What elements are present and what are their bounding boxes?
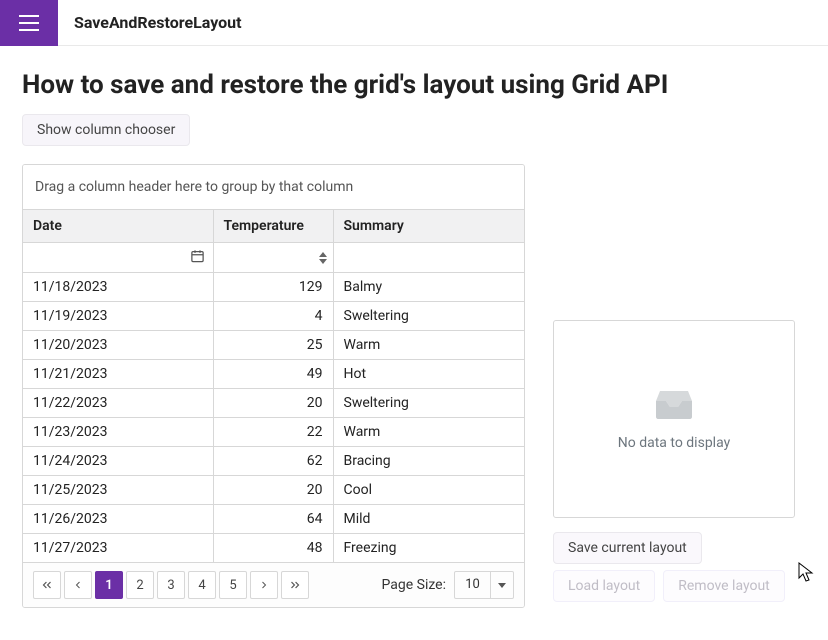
show-column-chooser-button[interactable]: Show column chooser xyxy=(22,114,190,146)
hamburger-icon xyxy=(18,14,40,32)
cell-temperature: 4 xyxy=(213,302,333,331)
cell-date: 11/21/2023 xyxy=(23,360,213,389)
pager-page-button[interactable]: 5 xyxy=(219,571,247,599)
table-row[interactable]: 11/21/202349Hot xyxy=(23,360,524,389)
cell-date: 11/18/2023 xyxy=(23,273,213,302)
filter-cell-date[interactable] xyxy=(23,243,213,273)
filter-row xyxy=(23,243,524,273)
pager-page-button[interactable]: 2 xyxy=(126,571,154,599)
spin-buttons[interactable] xyxy=(319,252,327,264)
column-header-temperature[interactable]: Temperature xyxy=(213,210,333,243)
cell-date: 11/20/2023 xyxy=(23,331,213,360)
cell-temperature: 20 xyxy=(213,389,333,418)
table-row[interactable]: 11/25/202320Cool xyxy=(23,476,524,505)
chevron-up-icon[interactable] xyxy=(319,252,327,257)
cell-summary: Freezing xyxy=(333,534,524,563)
pager: 12345 Page Size: 10 xyxy=(23,563,524,607)
no-data-text: No data to display xyxy=(618,435,730,451)
page-size-value: 10 xyxy=(455,572,491,598)
cell-date: 11/19/2023 xyxy=(23,302,213,331)
pager-next-button[interactable] xyxy=(250,571,278,599)
content-columns: Drag a column header here to group by th… xyxy=(22,164,806,608)
chevron-double-left-icon xyxy=(40,578,54,592)
pager-last-button[interactable] xyxy=(281,571,309,599)
cell-temperature: 62 xyxy=(213,447,333,476)
save-layout-button[interactable]: Save current layout xyxy=(553,532,702,564)
pager-page-button[interactable]: 3 xyxy=(157,571,185,599)
caret-down-icon xyxy=(497,580,507,590)
table-row[interactable]: 11/23/202322Warm xyxy=(23,418,524,447)
table-row[interactable]: 11/27/202348Freezing xyxy=(23,534,524,563)
topbar: SaveAndRestoreLayout xyxy=(0,0,828,46)
page-title: How to save and restore the grid's layou… xyxy=(22,70,806,100)
inbox-icon xyxy=(652,387,696,421)
cell-summary: Bracing xyxy=(333,447,524,476)
pager-page-button[interactable]: 1 xyxy=(95,571,123,599)
chevron-double-right-icon xyxy=(288,578,302,592)
table-row[interactable]: 11/24/202362Bracing xyxy=(23,447,524,476)
table-row[interactable]: 11/20/202325Warm xyxy=(23,331,524,360)
cell-summary: Sweltering xyxy=(333,302,524,331)
pager-first-button[interactable] xyxy=(33,571,61,599)
cell-date: 11/24/2023 xyxy=(23,447,213,476)
table-row[interactable]: 11/26/202364Mild xyxy=(23,505,524,534)
cell-temperature: 20 xyxy=(213,476,333,505)
grid-body: 11/18/2023129Balmy11/19/20234Sweltering1… xyxy=(23,273,524,563)
data-grid: Drag a column header here to group by th… xyxy=(22,164,525,608)
column-header-date[interactable]: Date xyxy=(23,210,213,243)
app-title: SaveAndRestoreLayout xyxy=(58,13,242,32)
cell-temperature: 49 xyxy=(213,360,333,389)
layout-panel: No data to display Save current layout L… xyxy=(553,320,795,608)
cell-date: 11/23/2023 xyxy=(23,418,213,447)
cell-summary: Balmy xyxy=(333,273,524,302)
page-size-dropdown-button[interactable] xyxy=(491,580,513,590)
cell-summary: Warm xyxy=(333,331,524,360)
load-layout-button[interactable]: Load layout xyxy=(553,570,655,602)
column-header-summary[interactable]: Summary xyxy=(333,210,524,243)
chevron-right-icon xyxy=(258,579,270,591)
chevron-left-icon xyxy=(72,579,84,591)
cell-date: 11/25/2023 xyxy=(23,476,213,505)
saved-layouts-list: No data to display xyxy=(553,320,795,518)
cell-date: 11/26/2023 xyxy=(23,505,213,534)
app-shell: SaveAndRestoreLayout How to save and res… xyxy=(0,0,828,640)
table-row[interactable]: 11/19/20234Sweltering xyxy=(23,302,524,331)
remove-layout-button[interactable]: Remove layout xyxy=(663,570,785,602)
cell-temperature: 25 xyxy=(213,331,333,360)
header-row: Date Temperature Summary xyxy=(23,210,524,243)
cell-summary: Hot xyxy=(333,360,524,389)
cell-temperature: 48 xyxy=(213,534,333,563)
pager-prev-button[interactable] xyxy=(64,571,92,599)
filter-cell-summary[interactable] xyxy=(333,243,524,273)
cell-summary: Sweltering xyxy=(333,389,524,418)
main-content: How to save and restore the grid's layou… xyxy=(0,46,828,628)
cell-temperature: 129 xyxy=(213,273,333,302)
cell-temperature: 22 xyxy=(213,418,333,447)
cell-summary: Cool xyxy=(333,476,524,505)
table-row[interactable]: 11/22/202320Sweltering xyxy=(23,389,524,418)
chevron-down-icon[interactable] xyxy=(319,259,327,264)
pager-page-button[interactable]: 4 xyxy=(188,571,216,599)
cell-temperature: 64 xyxy=(213,505,333,534)
page-size-select[interactable]: 10 xyxy=(454,571,514,599)
filter-cell-temperature[interactable] xyxy=(213,243,333,273)
page-size-label: Page Size: xyxy=(382,577,447,593)
cell-date: 11/27/2023 xyxy=(23,534,213,563)
group-panel[interactable]: Drag a column header here to group by th… xyxy=(23,165,524,210)
table-row[interactable]: 11/18/2023129Balmy xyxy=(23,273,524,302)
pager-numbers: 12345 xyxy=(95,571,250,599)
calendar-icon[interactable] xyxy=(190,248,205,267)
cell-summary: Warm xyxy=(333,418,524,447)
cell-summary: Mild xyxy=(333,505,524,534)
cell-date: 11/22/2023 xyxy=(23,389,213,418)
cursor-icon xyxy=(798,562,814,586)
hamburger-menu-button[interactable] xyxy=(0,0,58,46)
grid-table: Date Temperature Summary xyxy=(23,210,524,563)
